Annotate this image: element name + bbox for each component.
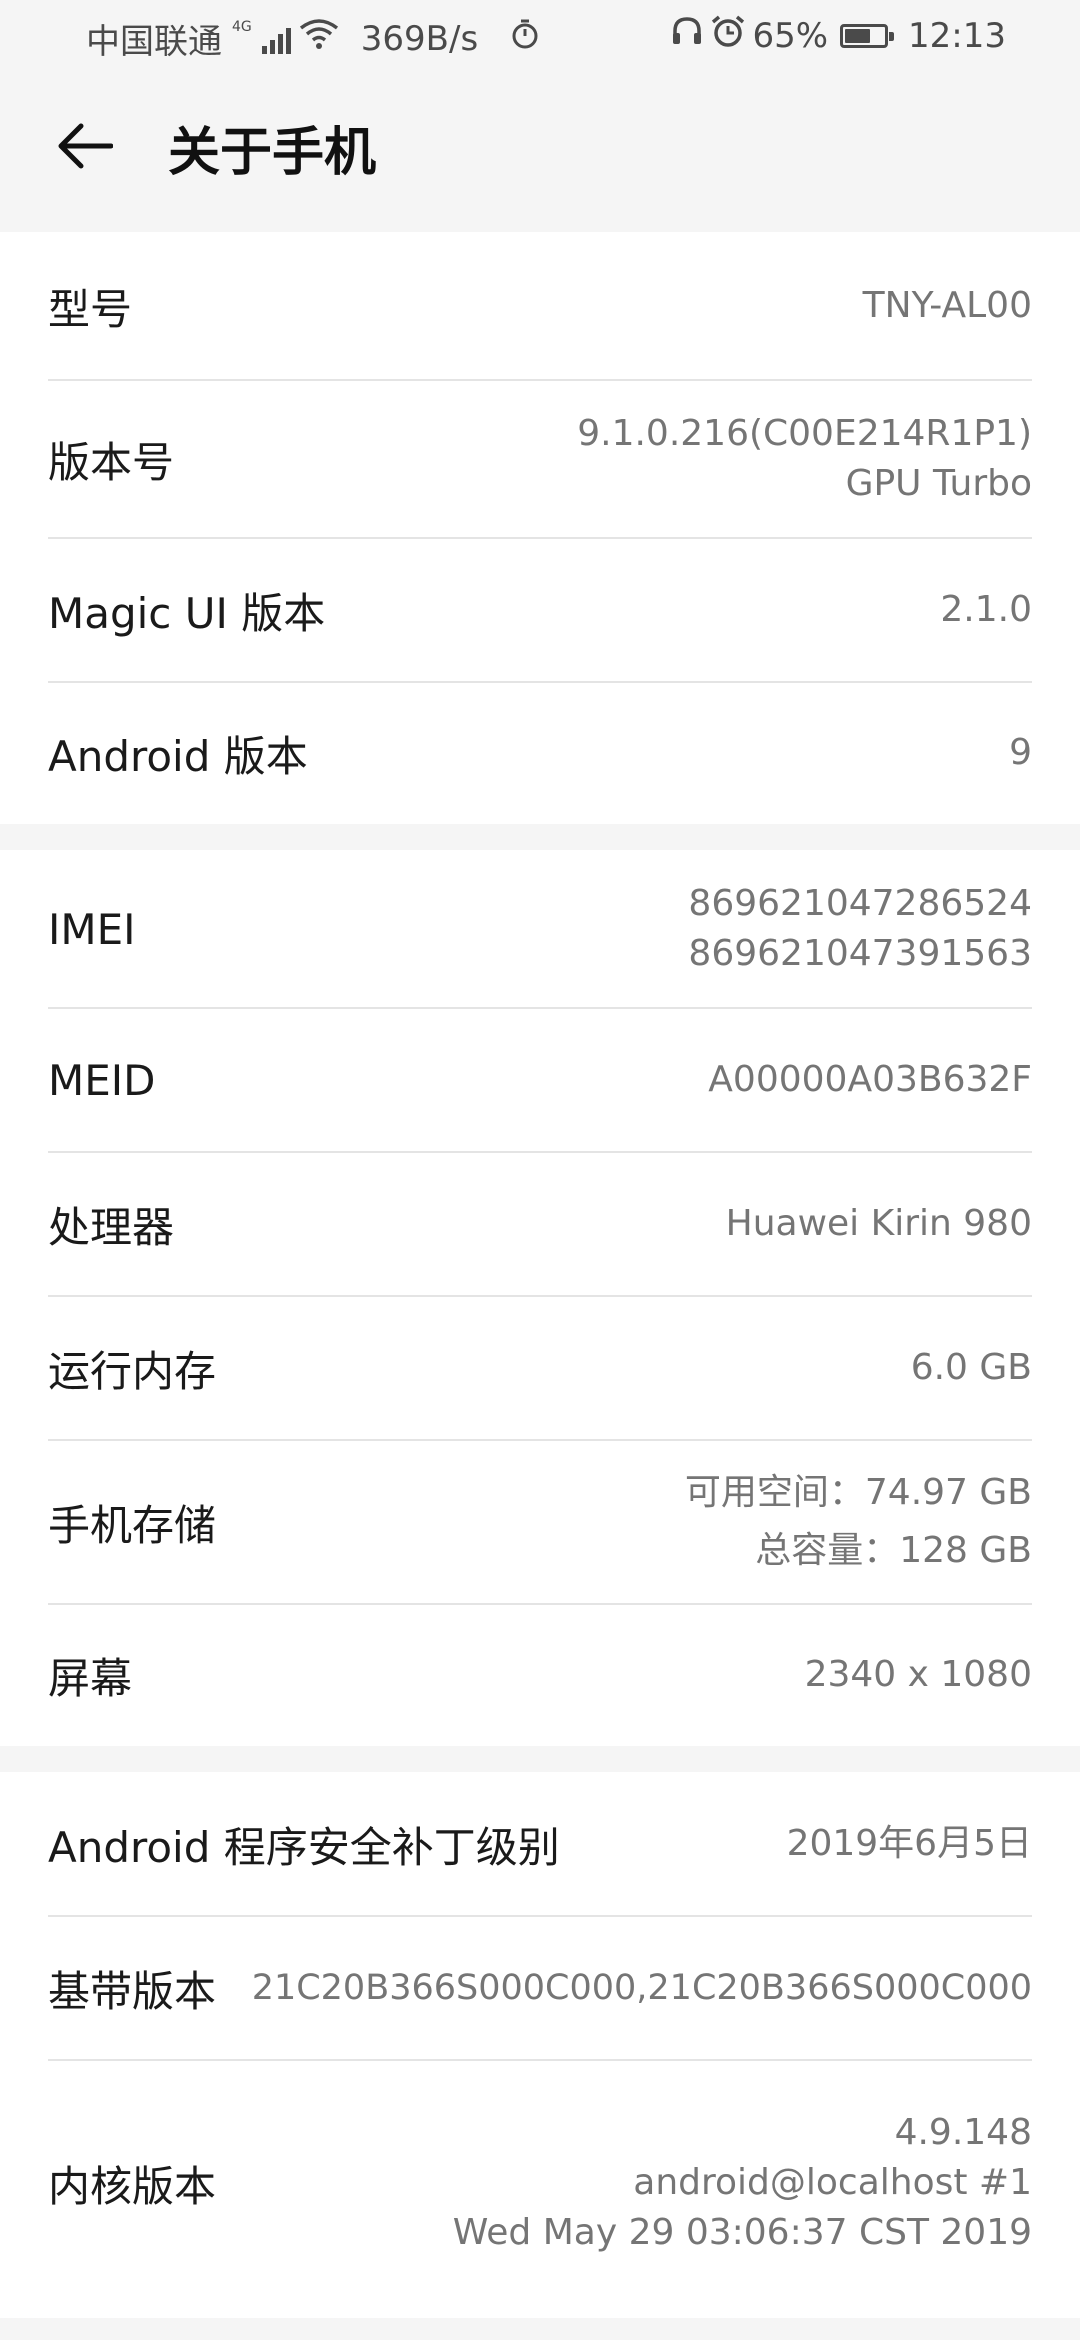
screen-label: 屏幕 — [48, 1653, 133, 1703]
device-info-card: 型号 TNY-AL00 版本号 9.1.0.216(C00E214R1P1) G… — [0, 232, 1080, 824]
build-number-value: 9.1.0.216(C00E214R1P1) GPU Turbo — [577, 409, 1032, 509]
network-type: 4G — [232, 18, 252, 35]
baseband-row[interactable]: 基带版本 21C20B366S000C000,21C20B366S000C000 — [48, 1916, 1032, 2060]
page-title: 关于手机 — [168, 123, 377, 183]
processor-row[interactable]: 处理器 Huawei Kirin 980 — [48, 1152, 1032, 1296]
storage-total: 总容量：128 GB — [755, 1530, 1032, 1571]
software-info-card: Android 程序安全补丁级别 2019年6月5日 基带版本 21C20B36… — [0, 1772, 1080, 2318]
ram-row[interactable]: 运行内存 6.0 GB — [48, 1296, 1032, 1440]
build-number-line: 9.1.0.216(C00E214R1P1) — [577, 413, 1032, 454]
model-row[interactable]: 型号 TNY-AL00 — [48, 232, 1032, 380]
meid-label: MEID — [48, 1055, 156, 1105]
baseband-value: 21C20B366S000C000,21C20B366S000C000 — [251, 1968, 1032, 2008]
security-patch-value: 2019年6月5日 — [786, 1823, 1032, 1864]
kernel-build-date: Wed May 29 03:06:37 CST 2019 — [452, 2212, 1032, 2253]
battery-percent: 65% — [752, 15, 829, 56]
battery-level — [845, 28, 870, 43]
magic-ui-value: 2.1.0 — [940, 589, 1032, 630]
back-button[interactable] — [50, 112, 118, 180]
clock: 12:13 — [908, 15, 1006, 56]
kernel-host: android@localhost #1 — [633, 2162, 1032, 2203]
imei-row[interactable]: IMEI 869621047286524 869621047391563 — [48, 850, 1032, 1008]
imei-1: 869621047286524 — [688, 883, 1032, 924]
kernel-value: 4.9.148 android@localhost #1 Wed May 29 … — [453, 2108, 1032, 2258]
magic-ui-label: Magic UI 版本 — [48, 588, 326, 638]
arrow-left-icon — [58, 123, 113, 169]
headphones-icon — [670, 15, 704, 56]
ram-value: 6.0 GB — [910, 1347, 1032, 1388]
build-number-row[interactable]: 版本号 9.1.0.216(C00E214R1P1) GPU Turbo — [48, 380, 1032, 538]
storage-label: 手机存储 — [48, 1500, 217, 1550]
ram-label: 运行内存 — [48, 1346, 217, 1396]
android-version-value: 9 — [1009, 732, 1032, 773]
status-right: 65% 12:13 — [670, 14, 1006, 57]
android-version-label: Android 版本 — [48, 731, 308, 781]
kernel-row[interactable]: 内核版本 4.9.148 android@localhost #1 Wed Ma… — [48, 2060, 1032, 2306]
processor-label: 处理器 — [48, 1202, 175, 1252]
hardware-info-card: IMEI 869621047286524 869621047391563 MEI… — [0, 850, 1080, 1746]
signal-icon — [261, 24, 291, 54]
model-label: 型号 — [48, 284, 133, 334]
storage-available: 可用空间：74.97 GB — [684, 1472, 1032, 1513]
screen-row[interactable]: 屏幕 2340 x 1080 — [48, 1604, 1032, 1746]
imei-2: 869621047391563 — [688, 933, 1032, 974]
storage-row[interactable]: 手机存储 可用空间：74.97 GB 总容量：128 GB — [48, 1440, 1032, 1604]
wifi-icon — [299, 18, 339, 59]
magic-ui-row[interactable]: Magic UI 版本 2.1.0 — [48, 538, 1032, 682]
build-number-label: 版本号 — [48, 437, 175, 487]
model-value: TNY-AL00 — [862, 285, 1032, 326]
imei-label: IMEI — [48, 904, 136, 954]
imei-value: 869621047286524 869621047391563 — [688, 879, 1032, 979]
security-patch-label: Android 程序安全补丁级别 — [48, 1822, 560, 1872]
status-bar: 中国联通 4G 369B/s 65% 12:13 — [0, 0, 1080, 72]
status-left: 中国联通 4G 369B/s — [86, 14, 540, 63]
kernel-label: 内核版本 — [48, 2161, 217, 2211]
processor-value: Huawei Kirin 980 — [725, 1203, 1032, 1244]
stopwatch-icon — [510, 18, 540, 59]
screen-value: 2340 x 1080 — [804, 1654, 1032, 1695]
carrier-name: 中国联通 — [86, 22, 222, 62]
meid-row[interactable]: MEID A00000A03B632F — [48, 1008, 1032, 1152]
security-patch-row[interactable]: Android 程序安全补丁级别 2019年6月5日 — [48, 1772, 1032, 1916]
network-speed: 369B/s — [360, 18, 479, 59]
baseband-label: 基带版本 — [48, 1966, 217, 2016]
meid-value: A00000A03B632F — [708, 1059, 1032, 1100]
android-version-row[interactable]: Android 版本 9 — [48, 682, 1032, 824]
alarm-icon — [710, 14, 746, 57]
gpu-turbo-line: GPU Turbo — [845, 463, 1032, 504]
app-bar: 关于手机 — [0, 72, 1080, 218]
battery-icon — [840, 23, 895, 48]
kernel-version: 4.9.148 — [894, 2112, 1032, 2153]
storage-value: 可用空间：74.97 GB 总容量：128 GB — [685, 1464, 1032, 1580]
